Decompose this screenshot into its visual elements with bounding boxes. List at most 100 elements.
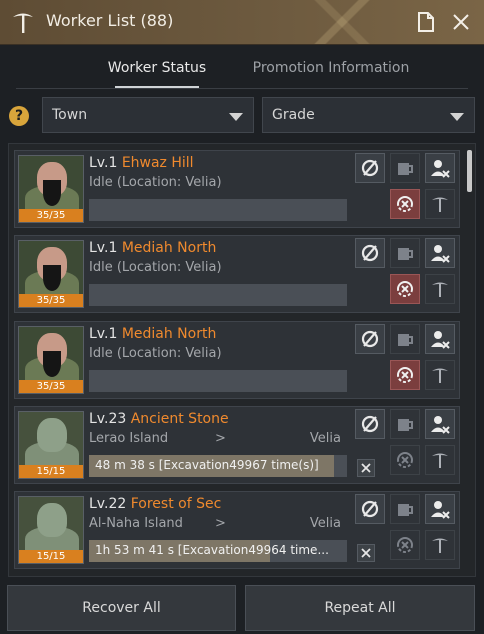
stop-work-button[interactable]: [355, 324, 385, 354]
tab-bar: Worker Status Promotion Information: [0, 52, 484, 92]
stamina-bar: 15/15: [19, 550, 83, 563]
document-icon[interactable]: [414, 10, 438, 34]
fire-worker-button[interactable]: [425, 494, 455, 524]
worker-card[interactable]: 35/35 Lv.1 Ehwaz Hill Idle (Location: Ve…: [14, 150, 460, 228]
worker-card[interactable]: 15/15 Lv.23 Ancient Stone Lerao Island >…: [14, 406, 460, 484]
recover-icon: [397, 196, 413, 212]
work-progress-bar: [89, 284, 347, 306]
work-progress-bar: [89, 370, 347, 392]
worker-status: Idle (Location: Velia): [89, 260, 222, 275]
cancel-work-button[interactable]: [357, 544, 375, 562]
repeat-all-button[interactable]: Repeat All: [245, 585, 475, 631]
worker-destination: Velia: [309, 516, 341, 531]
window-titlebar: Worker List (88): [0, 0, 484, 45]
fire-worker-button[interactable]: [425, 153, 455, 183]
beer-mug-icon: [398, 248, 413, 260]
stop-work-button[interactable]: [355, 153, 385, 183]
work-progress-bar: [89, 199, 347, 221]
recover-stamina-button[interactable]: [390, 445, 420, 475]
worker-portrait: 15/15: [18, 411, 84, 479]
feed-worker-button[interactable]: [390, 238, 420, 268]
worker-level: Lv.1: [89, 326, 118, 342]
worker-name: Mediah North: [121, 240, 217, 256]
feed-worker-button[interactable]: [390, 153, 420, 183]
work-task-text: 1h 53 m 41 s [Excavation49964 time...: [95, 543, 329, 557]
worker-origin: Lerao Island: [89, 431, 169, 446]
worker-portrait: 35/35: [18, 155, 84, 223]
worker-level: Lv.1: [89, 155, 118, 171]
window-title: Worker List (88): [46, 11, 174, 30]
no-symbol-icon: [361, 244, 379, 262]
recover-stamina-button[interactable]: [390, 274, 420, 304]
stop-work-button[interactable]: [355, 238, 385, 268]
stamina-bar: 35/35: [19, 380, 83, 393]
recover-icon: [397, 537, 413, 553]
remove-user-icon: [431, 416, 450, 434]
worker-portrait: 35/35: [18, 240, 84, 308]
grade-dropdown[interactable]: Grade: [262, 97, 475, 133]
worker-portrait: 35/35: [18, 326, 84, 394]
feed-worker-button[interactable]: [390, 409, 420, 439]
no-symbol-icon: [361, 330, 379, 348]
worker-name: Forest of Sec: [130, 496, 222, 512]
fire-worker-button[interactable]: [425, 409, 455, 439]
pickaxe-button[interactable]: [425, 360, 455, 390]
tab-promotion-information[interactable]: Promotion Information: [248, 60, 414, 76]
worker-name: Ancient Stone: [130, 411, 229, 427]
recover-icon: [397, 281, 413, 297]
pickaxe-icon: [432, 368, 448, 383]
feed-worker-button[interactable]: [390, 494, 420, 524]
remove-user-icon: [431, 160, 450, 178]
beer-mug-icon: [398, 504, 413, 516]
worker-name: Mediah North: [121, 326, 217, 342]
scrollbar-thumb[interactable]: [467, 150, 472, 192]
pickaxe-button[interactable]: [425, 274, 455, 304]
beer-mug-icon: [398, 419, 413, 431]
pickaxe-button[interactable]: [425, 189, 455, 219]
recover-stamina-button[interactable]: [390, 189, 420, 219]
worker-origin: Al-Naha Island: [89, 516, 183, 531]
tab-worker-status[interactable]: Worker Status: [98, 60, 216, 76]
tab-divider: [16, 88, 468, 89]
stamina-bar: 35/35: [19, 209, 83, 222]
fire-worker-button[interactable]: [425, 238, 455, 268]
help-icon[interactable]: ?: [9, 106, 29, 126]
feed-worker-button[interactable]: [390, 324, 420, 354]
beer-mug-icon: [398, 334, 413, 346]
close-icon: [361, 548, 371, 558]
pickaxe-icon: [432, 282, 448, 297]
fire-worker-button[interactable]: [425, 324, 455, 354]
pickaxe-icon: [13, 13, 33, 33]
pickaxe-icon: [432, 453, 448, 468]
worker-card[interactable]: 15/15 Lv.22 Forest of Sec Al-Naha Island…: [14, 491, 460, 569]
worker-card[interactable]: 35/35 Lv.1 Mediah North Idle (Location: …: [14, 321, 460, 399]
cancel-work-button[interactable]: [357, 459, 375, 477]
recover-stamina-button[interactable]: [390, 530, 420, 560]
beer-mug-icon: [398, 163, 413, 175]
no-symbol-icon: [361, 415, 379, 433]
work-progress-bar: 48 m 38 s [Excavation49967 time(s)]: [89, 455, 347, 477]
close-icon: [361, 463, 371, 473]
work-task-text: 48 m 38 s [Excavation49967 time(s)]: [95, 458, 319, 472]
pickaxe-icon: [432, 197, 448, 212]
town-dropdown[interactable]: Town: [42, 97, 254, 133]
worker-card[interactable]: 35/35 Lv.1 Mediah North Idle (Location: …: [14, 235, 460, 313]
route-arrow: >: [215, 431, 226, 446]
pickaxe-button[interactable]: [425, 445, 455, 475]
worker-status: Idle (Location: Velia): [89, 175, 222, 190]
recover-all-button[interactable]: Recover All: [7, 585, 236, 631]
worker-status: Idle (Location: Velia): [89, 346, 222, 361]
route-arrow: >: [215, 516, 226, 531]
chevron-down-icon: [229, 113, 243, 121]
no-symbol-icon: [361, 500, 379, 518]
remove-user-icon: [431, 501, 450, 519]
stop-work-button[interactable]: [355, 409, 385, 439]
pickaxe-icon: [432, 538, 448, 553]
pickaxe-button[interactable]: [425, 530, 455, 560]
work-progress-bar: 1h 53 m 41 s [Excavation49964 time...: [89, 540, 347, 562]
recover-stamina-button[interactable]: [390, 360, 420, 390]
close-icon[interactable]: [449, 10, 473, 34]
titlebar-decoration: [284, 0, 424, 44]
stop-work-button[interactable]: [355, 494, 385, 524]
worker-level: Lv.22: [89, 496, 127, 512]
